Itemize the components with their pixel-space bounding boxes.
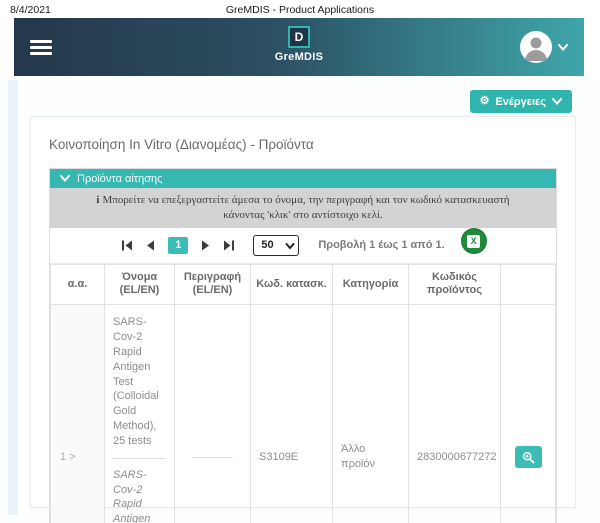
table-row: 1 > SARS-Cov-2 Rapid Antigen Test (Collo… (51, 305, 556, 523)
header-manufacturer-code: Κωδ. κατασκ. (251, 264, 333, 305)
info-icon: i (96, 194, 99, 206)
previous-page-icon[interactable] (143, 238, 157, 252)
product-name-el: SARS-Cov-2 Rapid Antigen Test (Colloidal… (113, 315, 166, 449)
manufacturer-code-cell[interactable]: S3109E (251, 305, 333, 523)
info-message: iΜπορείτε να επεξεργαστείτε άμεσα το όνο… (50, 188, 556, 228)
pagination-summary: Προβολή 1 έως 1 από 1. (318, 239, 444, 251)
product-name-en: SARS-Cov-2 Rapid Antigen Test (Colloidal… (113, 468, 166, 523)
header-description: Περιγραφή (EL/EN) (175, 264, 251, 305)
next-page-icon[interactable] (199, 238, 213, 252)
products-panel: Προϊόντα αίτησης iΜπορείτε να επεξεργαστ… (49, 168, 557, 523)
description-cell[interactable] (175, 305, 251, 523)
actions-button-label: Ενέργειες (495, 96, 546, 108)
brand: D GreMDIS (14, 26, 584, 63)
hamburger-menu-icon[interactable] (30, 37, 52, 58)
chevron-down-icon (558, 38, 568, 56)
row-index: 1 > (51, 305, 105, 523)
actions-cell (501, 305, 556, 523)
products-table: α.α. Όνομα (EL/EN) Περιγραφή (EL/EN) Κωδ… (50, 264, 556, 523)
product-code-cell: 2830000677272 (409, 305, 501, 523)
chevron-down-icon (552, 98, 562, 105)
excel-export-icon[interactable]: X (462, 229, 486, 253)
header-category: Κατηγορία (333, 264, 409, 305)
content-card: Κοινοποίηση In Vitro (Διανομέας) - Προϊό… (30, 116, 576, 508)
view-details-button[interactable] (515, 446, 542, 468)
page-title: Κοινοποίηση In Vitro (Διανομέας) - Προϊό… (31, 117, 575, 168)
divider (113, 458, 166, 459)
print-title: GreMDIS - Product Applications (0, 4, 600, 16)
table-header-row: α.α. Όνομα (EL/EN) Περιγραφή (EL/EN) Κωδ… (51, 264, 556, 305)
page-size-select[interactable]: 50 (253, 235, 299, 256)
info-text: Μπορείτε να επεξεργαστείτε άμεσα το όνομ… (102, 194, 509, 221)
name-cell[interactable]: SARS-Cov-2 Rapid Antigen Test (Colloidal… (105, 305, 175, 523)
header-name: Όνομα (EL/EN) (105, 264, 175, 305)
magnifier-plus-icon (522, 451, 535, 464)
first-page-icon[interactable] (120, 238, 134, 252)
app-logo: D (288, 26, 310, 48)
brand-name: GreMDIS (275, 51, 324, 63)
left-gutter (8, 80, 18, 515)
user-avatar-icon (520, 31, 552, 63)
pagination-toolbar: 1 50 Προβολή 1 έως 1 από 1. (50, 228, 556, 264)
divider (192, 457, 233, 458)
panel-title: Προϊόντα αίτησης (77, 173, 162, 185)
user-menu[interactable] (520, 31, 568, 63)
chevron-down-icon (60, 175, 70, 182)
header-index: α.α. (51, 264, 105, 305)
header-product-code: Κωδικός προϊόντος (409, 264, 501, 305)
current-page-button[interactable]: 1 (168, 237, 188, 254)
actions-button[interactable]: ⚙ Ενέργειες (470, 90, 572, 113)
last-page-icon[interactable] (222, 238, 236, 252)
navbar: D GreMDIS (14, 18, 584, 76)
category-cell: Άλλο προϊόν (333, 305, 409, 523)
panel-header[interactable]: Προϊόντα αίτησης (50, 169, 556, 188)
page: 8/4/2021 GreMDIS - Product Applications … (0, 0, 600, 523)
header-actions (501, 264, 556, 305)
gears-icon: ⚙ (480, 96, 490, 107)
